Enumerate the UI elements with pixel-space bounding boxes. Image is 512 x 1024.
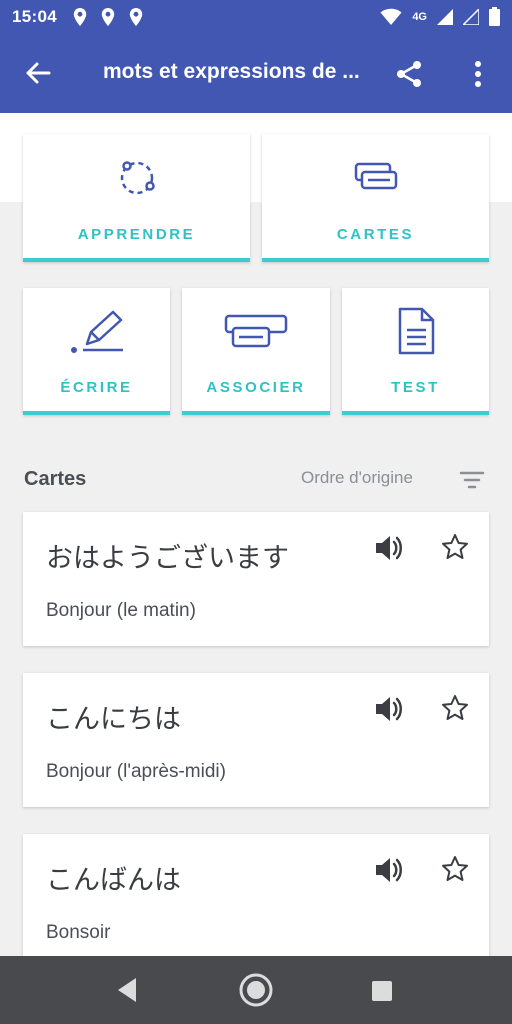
term-card[interactable]: こんにちは Bonjour (l'après-midi) [23, 673, 489, 807]
star-icon[interactable] [441, 694, 469, 722]
mode-test-label: TEST [391, 379, 440, 396]
battery-icon [489, 7, 500, 26]
page-title: mots et expressions de ... [103, 60, 360, 83]
system-nav-bar [0, 956, 512, 1024]
mode-cards-button[interactable]: CARTES [262, 134, 489, 262]
term-card[interactable]: おはようございます Bonjour (le matin) [23, 512, 489, 646]
signal-icon [437, 8, 453, 25]
speaker-icon[interactable] [373, 856, 403, 884]
mode-test-button[interactable]: TEST [342, 288, 489, 415]
share-icon[interactable] [394, 59, 424, 89]
mode-learn-button[interactable]: APPRENDRE [23, 134, 250, 262]
card-term: こんにちは [46, 704, 181, 735]
sort-order-label[interactable]: Ordre d'origine [301, 468, 413, 488]
more-vert-icon[interactable] [468, 59, 488, 89]
nav-recent-icon[interactable] [371, 980, 393, 1002]
location-pin-icon [129, 7, 143, 26]
card-definition: Bonsoir [46, 922, 111, 943]
card-definition: Bonjour (l'après-midi) [46, 761, 226, 782]
match-icon [224, 314, 288, 348]
write-icon [70, 310, 123, 353]
card-definition: Bonjour (le matin) [46, 600, 196, 621]
speaker-icon[interactable] [373, 695, 403, 723]
term-card[interactable]: こんばんは Bonsoir [23, 834, 489, 956]
app-bar: mots et expressions de ... [0, 33, 512, 113]
location-pin-icon [101, 7, 115, 26]
mode-write-label: ÉCRIRE [60, 379, 133, 396]
nav-back-icon[interactable] [114, 976, 140, 1004]
mode-match-button[interactable]: ASSOCIER [182, 288, 330, 415]
card-term: こんばんは [46, 865, 181, 896]
mode-cards-label: CARTES [336, 226, 415, 243]
wifi-icon [380, 8, 402, 25]
sort-icon[interactable] [459, 470, 485, 490]
arrow-left-icon[interactable] [24, 59, 52, 87]
star-icon[interactable] [441, 533, 469, 561]
section-title: Cartes [24, 468, 87, 490]
mode-match-label: ASSOCIER [206, 379, 306, 396]
card-term: おはようございます [46, 543, 289, 574]
learn-icon [120, 161, 155, 195]
status-time: 15:04 [12, 6, 57, 26]
network-type: 4G [412, 10, 427, 23]
mode-write-button[interactable]: ÉCRIRE [23, 288, 170, 415]
nav-home-icon[interactable] [238, 972, 274, 1008]
location-pin-icon [73, 7, 87, 26]
status-bar: 15:04 4G [0, 0, 512, 33]
signal-icon [463, 8, 479, 25]
cards-icon [354, 162, 397, 190]
mode-learn-label: APPRENDRE [77, 226, 196, 243]
star-icon[interactable] [441, 855, 469, 883]
test-icon [398, 307, 434, 355]
speaker-icon[interactable] [373, 534, 403, 562]
